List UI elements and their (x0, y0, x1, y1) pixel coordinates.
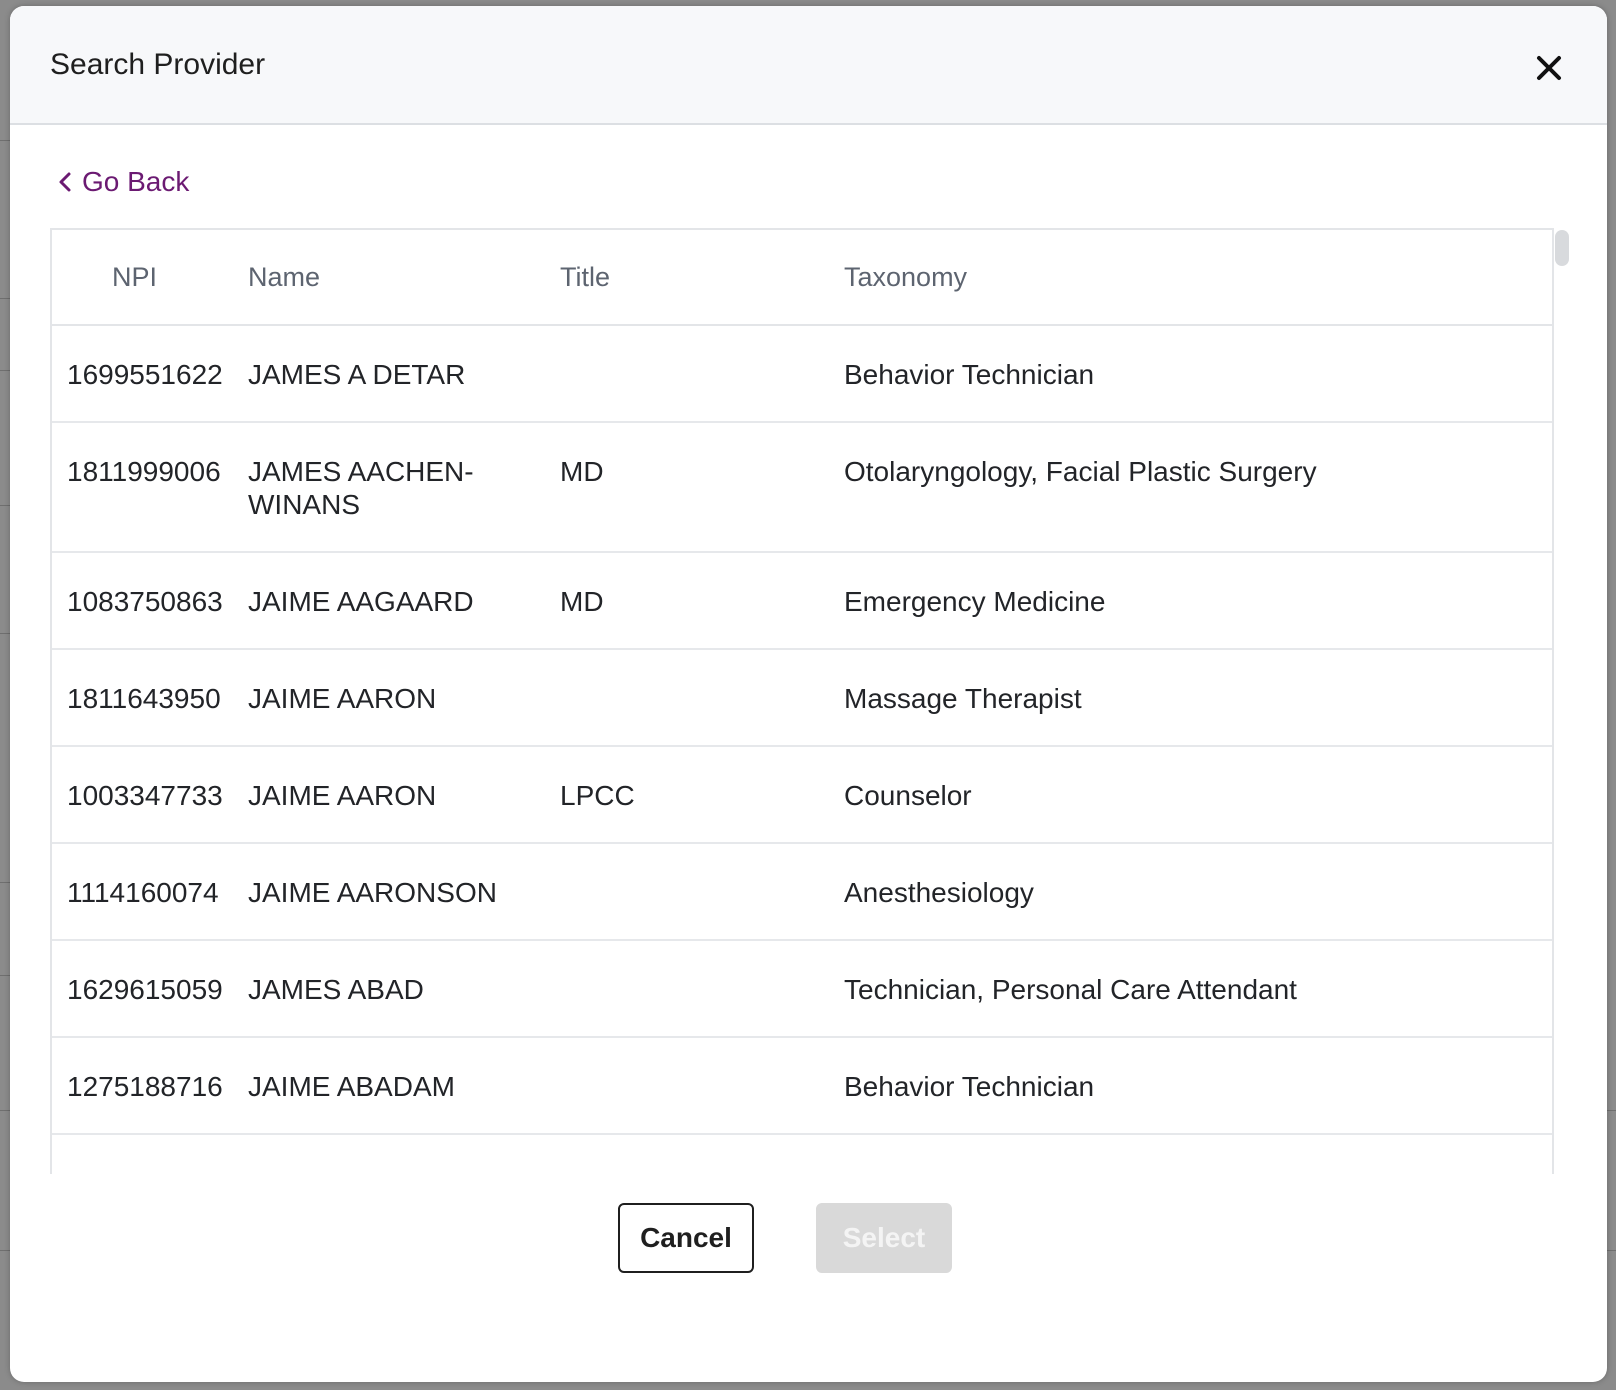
cancel-button[interactable]: Cancel (618, 1203, 754, 1273)
cell-npi: 1811643950 (67, 683, 221, 714)
cell-taxonomy: Otolaryngology, Facial Plastic Surgery (844, 456, 1317, 487)
search-provider-modal: Search Provider Go Back NPI Name Title T… (10, 6, 1607, 1382)
modal-header: Search Provider (10, 6, 1607, 125)
table-row[interactable]: 1629615059 JAMES ABAD Technician, Person… (52, 941, 1552, 1038)
cell-taxonomy: Massage Therapist (844, 683, 1082, 714)
cell-name: JAMES AACHEN-WINANS (248, 456, 474, 520)
cell-npi: 1114160074 (67, 877, 219, 908)
column-header-npi: NPI (112, 262, 158, 292)
cell-name: JAMES ABAD (248, 974, 424, 1005)
column-header-name: Name (248, 262, 321, 292)
column-header-title: Title (560, 262, 611, 292)
cell-npi: 1003347733 (67, 780, 223, 811)
cell-title: MD (560, 456, 604, 487)
table-row[interactable]: 1275188716 JAIME ABADAM Behavior Technic… (52, 1038, 1552, 1135)
table-row[interactable]: 1003347733 JAIME AARON LPCC Counselor (52, 747, 1552, 844)
modal-title: Search Provider (50, 48, 266, 81)
cell-name: JAIME AAGAARD (248, 586, 474, 617)
chevron-left-icon (56, 170, 74, 194)
table-row[interactable]: 1114160074 JAIME AARONSON Anesthesiology (52, 844, 1552, 941)
table-row[interactable]: 1699551622 JAMES A DETAR Behavior Techni… (52, 326, 1552, 423)
cell-name: JAIME AARON (248, 683, 437, 714)
cell-taxonomy: Technician, Personal Care Attendant (844, 974, 1297, 1005)
table-row[interactable]: 1811643950 JAIME AARON Massage Therapist (52, 650, 1552, 747)
background-divider (1606, 1110, 1616, 1111)
cell-npi: 1629615059 (67, 974, 223, 1005)
cell-name: JAIME ABADAM (248, 1071, 455, 1102)
table-scrollbar[interactable] (1555, 230, 1569, 266)
column-header-taxonomy: Taxonomy (844, 262, 968, 292)
close-button[interactable] (1527, 46, 1571, 90)
cell-taxonomy: Behavior Technician (844, 1071, 1095, 1102)
cell-title: LPCC (560, 780, 635, 811)
go-back-label: Go Back (82, 166, 190, 197)
cell-name: JAIME AARONSON (248, 877, 497, 908)
provider-table[interactable]: NPI Name Title Taxonomy 1699551622 JAMES… (50, 228, 1554, 1174)
cell-npi: 1811999006 (67, 456, 221, 487)
go-back-link[interactable]: Go Back (56, 162, 189, 202)
cell-taxonomy: Emergency Medicine (844, 586, 1106, 617)
close-icon (1537, 56, 1561, 80)
background-divider (1606, 1250, 1616, 1251)
table-header: NPI Name Title Taxonomy (52, 230, 1552, 326)
select-button[interactable]: Select (816, 1203, 952, 1273)
cell-taxonomy: Counselor (844, 780, 972, 811)
cell-npi: 1275188716 (67, 1071, 223, 1102)
cell-taxonomy: Anesthesiology (844, 877, 1034, 908)
table-row[interactable]: 1811999006 JAMES AACHEN-WINANS MD Otolar… (52, 423, 1552, 553)
table-row[interactable]: 1083750863 JAIME AAGAARD MD Emergency Me… (52, 553, 1552, 650)
cell-name: JAMES A DETAR (248, 359, 466, 390)
cell-name: JAIME AARON (248, 780, 437, 811)
cell-taxonomy: Behavior Technician (844, 359, 1095, 390)
cell-npi: 1699551622 (67, 359, 223, 390)
cell-npi: 1083750863 (67, 586, 223, 617)
cell-title: MD (560, 586, 604, 617)
